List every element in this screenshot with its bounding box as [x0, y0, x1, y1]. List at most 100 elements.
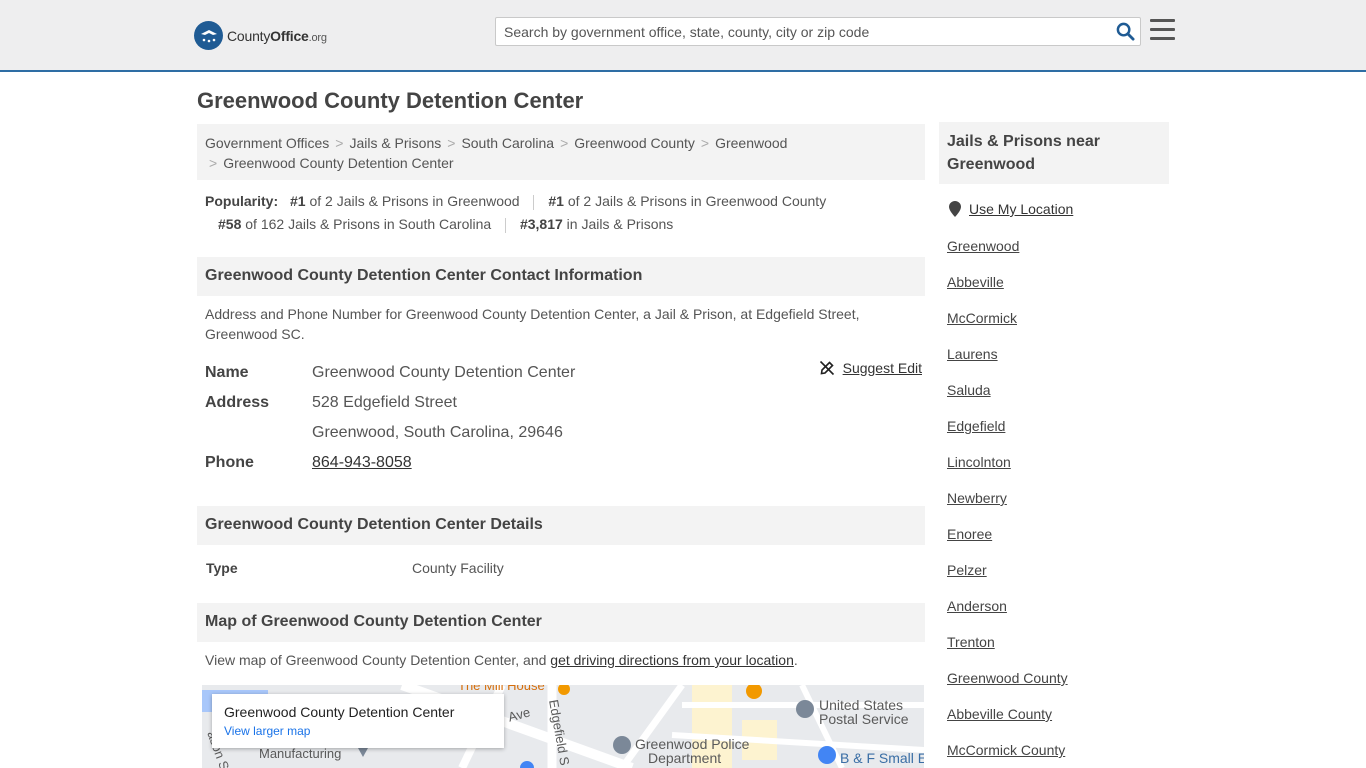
map-card-title: Greenwood County Detention Center [224, 704, 455, 720]
suggest-edit-link[interactable]: Suggest Edit [819, 360, 922, 376]
logo-badge-icon [194, 21, 223, 50]
name-row: Name Greenwood County Detention Center [205, 358, 922, 388]
address-label: Address [205, 394, 270, 411]
nearby-list: Greenwood Abbeville McCormick Laurens Sa… [947, 236, 1068, 768]
nearby-link-greenwood[interactable]: Greenwood [947, 238, 1019, 254]
list-item: Lincolnton [947, 452, 1068, 488]
hamburger-menu-icon[interactable] [1150, 19, 1175, 41]
suggest-edit-label: Suggest Edit [842, 360, 922, 376]
popularity-item: #1 of 2 Jails & Prisons in Greenwood Cou… [548, 193, 826, 209]
popularity-text: of 162 Jails & Prisons in South Carolina [241, 216, 492, 232]
search-button[interactable] [1110, 18, 1140, 45]
popularity-text: in Jails & Prisons [562, 216, 674, 232]
view-larger-map-link[interactable]: View larger map [224, 724, 492, 738]
nearby-link-saluda[interactable]: Saluda [947, 382, 991, 398]
breadcrumb: Government Offices > Jails & Prisons > South… [197, 124, 925, 180]
nearby-link-pelzer[interactable]: Pelzer [947, 562, 987, 578]
breadcrumb-separator-icon: > [447, 135, 456, 151]
breadcrumb-separator-icon: > [209, 155, 218, 171]
logo-brand-county: County [227, 27, 271, 44]
nearby-link-laurens[interactable]: Laurens [947, 346, 998, 362]
map-label-usps-2: Postal Service [819, 711, 909, 727]
type-value: County Facility [412, 560, 504, 576]
popularity-label: Popularity: [205, 193, 279, 209]
logo-brand-tld: .org [308, 31, 327, 44]
list-item: Abbeville County [947, 704, 1068, 740]
nearby-link-trenton[interactable]: Trenton [947, 634, 995, 650]
nearby-link-mccormick[interactable]: McCormick [947, 310, 1017, 326]
type-label: Type [206, 560, 238, 576]
nearby-link-edgefield[interactable]: Edgefield [947, 418, 1005, 434]
popularity-rank: #58 [218, 216, 242, 232]
breadcrumb-jails-prisons[interactable]: Jails & Prisons [349, 135, 441, 151]
map-label-mill-house: The Mill House [458, 685, 545, 693]
name-label: Name [205, 364, 249, 381]
map-pin-icon [949, 201, 961, 217]
popularity-item: #58 of 162 Jails & Prisons in South Caro… [218, 216, 491, 232]
nearby-link-anderson[interactable]: Anderson [947, 598, 1007, 614]
breadcrumb-separator-icon: > [560, 135, 569, 151]
breadcrumb-separator-icon: > [335, 135, 344, 151]
nearby-link-newberry[interactable]: Newberry [947, 490, 1007, 506]
list-item: Enoree [947, 524, 1068, 560]
nearby-link-mccormick-county[interactable]: McCormick County [947, 742, 1065, 758]
list-item: Pelzer [947, 560, 1068, 596]
phone-link[interactable]: 864-943-8058 [312, 454, 412, 472]
list-item: Newberry [947, 488, 1068, 524]
address-row: Address 528 Edgefield Street [205, 388, 922, 418]
nearby-link-greenwood-county[interactable]: Greenwood County [947, 670, 1068, 686]
search-input[interactable] [496, 18, 1110, 45]
popularity-item: #3,817 in Jails & Prisons [520, 216, 673, 232]
list-item: Greenwood County [947, 668, 1068, 704]
map-label-bf: B & F Small E [840, 750, 924, 766]
page-title: Greenwood County Detention Center [197, 88, 584, 113]
map-label-manufacturing: Manufacturing [259, 746, 342, 761]
nearby-link-enoree[interactable]: Enoree [947, 526, 992, 542]
divider [505, 217, 507, 233]
list-item: McCormick [947, 308, 1068, 344]
map-heading: Map of Greenwood County Detention Center [197, 603, 925, 642]
search-icon [1116, 22, 1135, 41]
map-desc-text: View map of Greenwood County Detention C… [205, 652, 551, 668]
breadcrumb-south-carolina[interactable]: South Carolina [461, 135, 554, 151]
breadcrumb-government-offices[interactable]: Government Offices [205, 135, 329, 151]
breadcrumb-current: Greenwood County Detention Center [223, 155, 454, 171]
use-my-location-link[interactable]: Use My Location [969, 201, 1073, 217]
popularity-rankings: Popularity: #1 of 2 Jails & Prisons in G… [205, 190, 925, 236]
list-item: Edgefield [947, 416, 1068, 452]
nearby-link-abbeville[interactable]: Abbeville [947, 274, 1004, 290]
sidebar-heading: Jails & Prisons near Greenwood [939, 122, 1169, 184]
nearby-link-lincolnton[interactable]: Lincolnton [947, 454, 1011, 470]
top-header: CountyOffice.org [0, 0, 1366, 72]
breadcrumb-greenwood[interactable]: Greenwood [715, 135, 787, 151]
list-item: Trenton [947, 632, 1068, 668]
popularity-text: of 2 Jails & Prisons in Greenwood [305, 193, 520, 209]
driving-directions-link[interactable]: get driving directions from your locatio… [550, 652, 794, 668]
edit-off-icon [819, 360, 834, 376]
site-logo[interactable]: CountyOffice.org [194, 21, 327, 50]
embedded-map[interactable]: The Mill House Ave Edgefield S United St… [202, 685, 924, 768]
list-item: Saluda [947, 380, 1068, 416]
map-desc-suffix: . [793, 652, 798, 668]
popularity-rank: #1 [290, 193, 306, 209]
map-info-card: Greenwood County Detention Center View l… [212, 694, 504, 748]
popularity-text: of 2 Jails & Prisons in Greenwood County [563, 193, 827, 209]
nearby-link-abbeville-county[interactable]: Abbeville County [947, 706, 1052, 722]
map-description: View map of Greenwood County Detention C… [205, 650, 920, 670]
details-heading: Greenwood County Detention Center Detail… [197, 506, 925, 545]
breadcrumb-separator-icon: > [700, 135, 710, 151]
use-my-location[interactable]: Use My Location [949, 201, 1073, 217]
phone-label: Phone [205, 454, 254, 471]
list-item: Abbeville [947, 272, 1068, 308]
name-value: Greenwood County Detention Center [312, 364, 576, 381]
list-item: Anderson [947, 596, 1068, 632]
search-box [495, 17, 1141, 46]
popularity-rank: #1 [548, 193, 564, 209]
address-line1: 528 Edgefield Street [312, 394, 457, 411]
phone-row: Phone 864-943-8058 [205, 448, 922, 478]
address-line2: Greenwood, South Carolina, 29646 [312, 424, 563, 441]
list-item: McCormick County [947, 740, 1068, 768]
details-type-row: Type County Facility [206, 560, 504, 576]
breadcrumb-greenwood-county[interactable]: Greenwood County [574, 135, 695, 151]
contact-info-table: Suggest Edit Name Greenwood County Deten… [205, 358, 922, 478]
